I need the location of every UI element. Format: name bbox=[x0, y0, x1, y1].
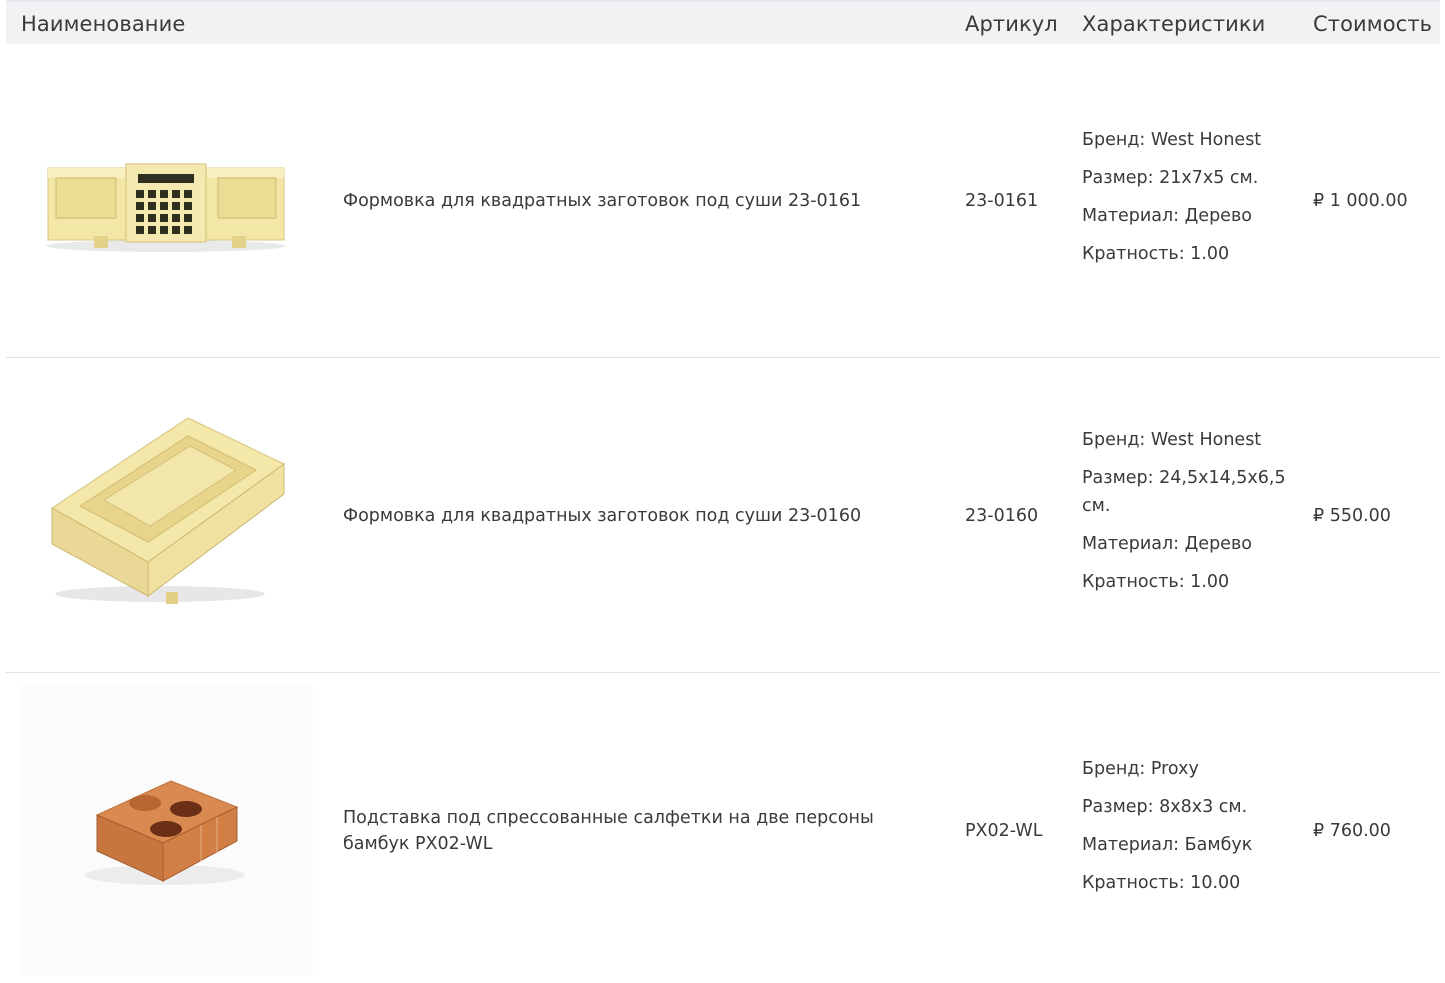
spec-multiplicity: Кратность: 1.00 bbox=[1082, 244, 1230, 264]
product-sku: PX02-WL bbox=[965, 821, 1043, 841]
product-name[interactable]: Формовка для квадратных заготовок под су… bbox=[343, 188, 943, 214]
header-specs[interactable]: Характеристики bbox=[1082, 12, 1265, 36]
header-name[interactable]: Наименование bbox=[21, 12, 185, 36]
spec-brand: Бренд: West Honest bbox=[1082, 130, 1262, 150]
product-price: ₽ 550.00 bbox=[1313, 506, 1391, 526]
spec-size: Размер: 21x7x5 см. bbox=[1082, 168, 1259, 188]
product-specs: Бренд: West Honest Размер: 21x7x5 см. Ма… bbox=[1082, 126, 1297, 278]
spec-material: Материал: Бамбук bbox=[1082, 835, 1253, 855]
product-sku: 23-0161 bbox=[965, 191, 1039, 211]
spec-size: Размер: 24,5x14,5x6,5 см. bbox=[1082, 468, 1286, 516]
spec-multiplicity: Кратность: 10.00 bbox=[1082, 873, 1241, 893]
header-sku[interactable]: Артикул bbox=[965, 12, 1058, 36]
table-row[interactable]: Формовка для квадратных заготовок под су… bbox=[6, 358, 1440, 673]
product-specs: Бренд: Proxy Размер: 8x8x3 см. Материал:… bbox=[1082, 755, 1297, 907]
product-name[interactable]: Подставка под спрессованные салфетки на … bbox=[343, 805, 943, 857]
product-specs: Бренд: West Honest Размер: 24,5x14,5x6,5… bbox=[1082, 426, 1297, 606]
spec-material: Материал: Дерево bbox=[1082, 206, 1252, 226]
spec-brand: Бренд: West Honest bbox=[1082, 430, 1262, 450]
product-name[interactable]: Формовка для квадратных заготовок под су… bbox=[343, 503, 943, 529]
spec-multiplicity: Кратность: 1.00 bbox=[1082, 572, 1230, 592]
spec-brand: Бренд: Proxy bbox=[1082, 759, 1199, 779]
table-header: Наименование Артикул Характеристики Стои… bbox=[6, 0, 1440, 44]
product-price: ₽ 760.00 bbox=[1313, 821, 1391, 841]
product-sku: 23-0160 bbox=[965, 506, 1039, 526]
spec-size: Размер: 8x8x3 см. bbox=[1082, 797, 1248, 817]
product-table: Наименование Артикул Характеристики Стои… bbox=[6, 0, 1440, 975]
product-image[interactable] bbox=[36, 144, 296, 264]
table-row[interactable]: Формовка для квадратных заготовок под су… bbox=[6, 44, 1440, 358]
spec-material: Материал: Дерево bbox=[1082, 534, 1252, 554]
table-row[interactable]: Подставка под спрессованные салфетки на … bbox=[6, 673, 1440, 983]
header-price[interactable]: Стоимость bbox=[1313, 12, 1432, 36]
product-image[interactable] bbox=[40, 412, 290, 608]
product-price: ₽ 1 000.00 bbox=[1313, 191, 1408, 211]
product-image[interactable] bbox=[21, 685, 313, 975]
